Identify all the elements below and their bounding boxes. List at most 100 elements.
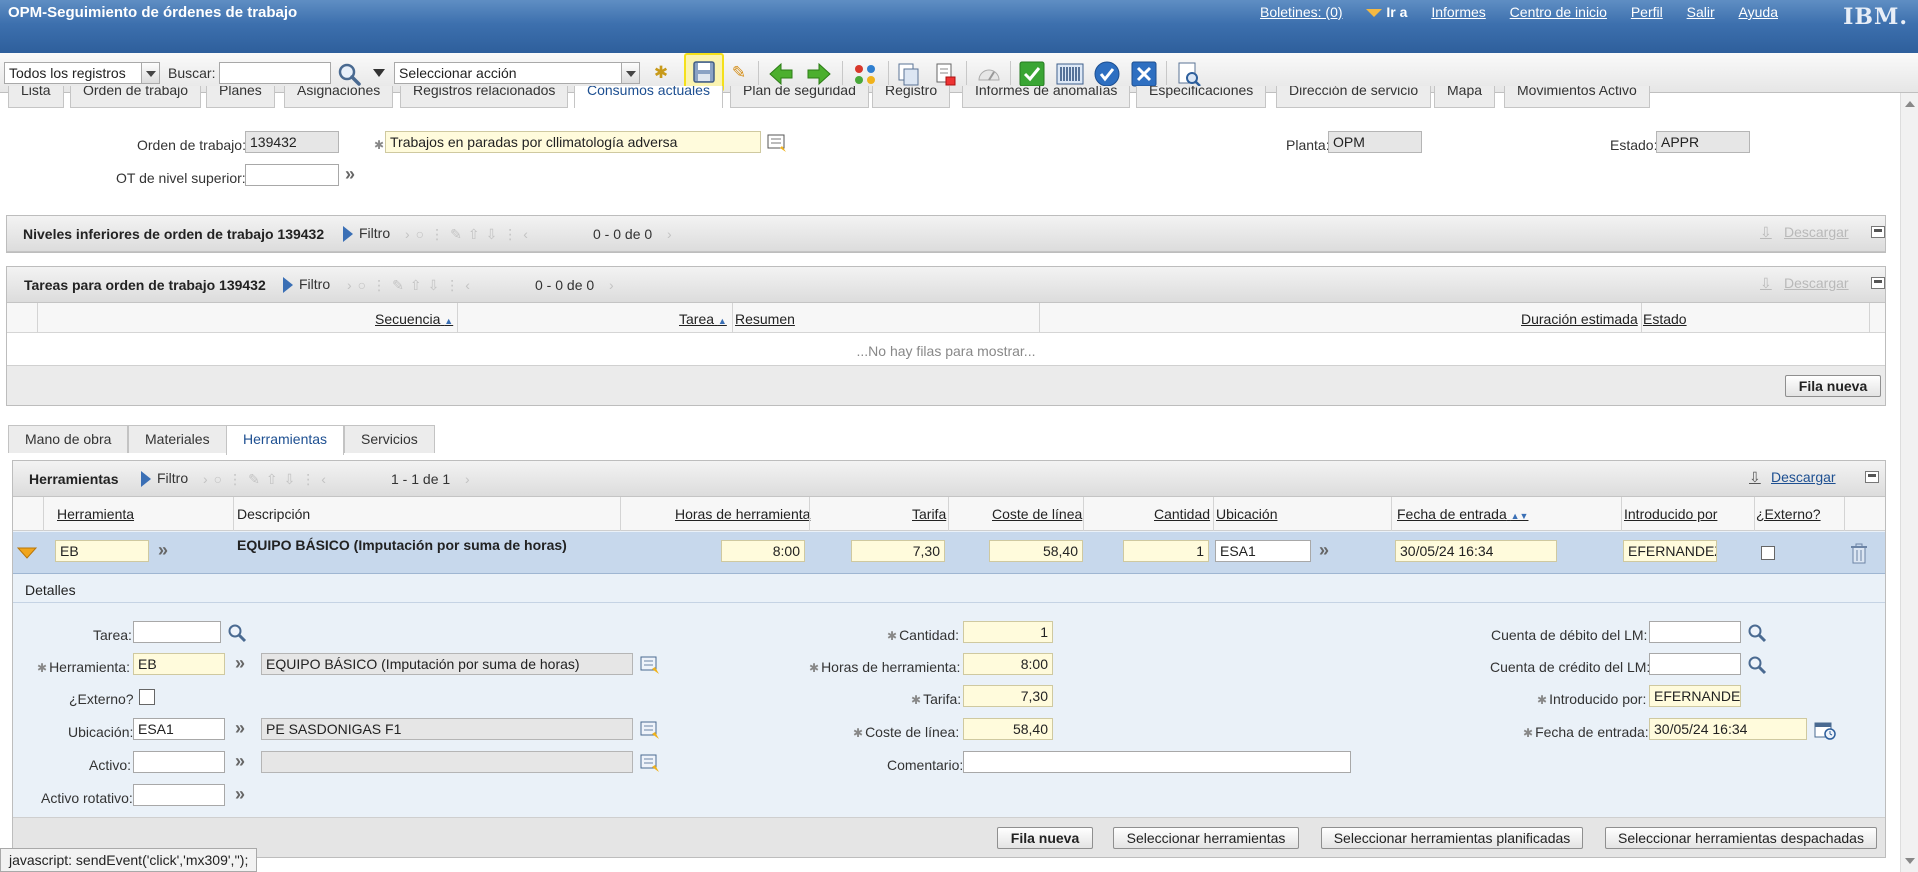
tab-assignments[interactable]: Asignaciones (284, 86, 394, 108)
search-options-icon[interactable] (372, 68, 386, 78)
detail-menu-icon[interactable]: » (235, 653, 245, 674)
print-icon[interactable] (932, 61, 958, 87)
table-row[interactable]: EB » EQUIPO BÁSICO (Imputación por suma … (13, 532, 1885, 574)
long-description-icon[interactable] (766, 132, 788, 154)
detail-menu-icon[interactable]: » (235, 784, 245, 805)
col-rate[interactable]: Tarifa (912, 506, 946, 522)
tab-log[interactable]: Registro (872, 86, 951, 108)
row-rate-field[interactable]: 7,30 (851, 540, 945, 562)
maximize-icon[interactable] (1871, 226, 1885, 238)
tool-hours-field[interactable]: 8:00 (963, 653, 1053, 675)
next-record-icon[interactable] (806, 61, 832, 87)
minimize-icon[interactable] (1865, 471, 1879, 483)
duplicate-icon[interactable] (896, 61, 922, 87)
location-field[interactable]: ESA1 (133, 718, 225, 740)
external-checkbox[interactable] (139, 689, 155, 705)
minimize-icon[interactable] (1871, 277, 1885, 289)
subtab-tools[interactable]: Herramientas (226, 425, 345, 455)
col-quantity[interactable]: Cantidad (1154, 506, 1210, 522)
start-center-link[interactable]: Centro de inicio (1510, 4, 1607, 20)
report-icon[interactable] (1176, 61, 1202, 87)
reports-link[interactable]: Informes (1431, 4, 1485, 20)
download-link[interactable]: Descargar (1784, 275, 1849, 291)
wo-description-field[interactable]: Trabajos en paradas por cllimatología ad… (385, 131, 761, 153)
search-icon[interactable] (227, 623, 247, 643)
detail-menu-icon[interactable]: » (158, 540, 168, 561)
tool-field[interactable]: EB (133, 653, 225, 675)
new-tool-row-button[interactable]: Fila nueva (997, 827, 1093, 849)
page-scrollbar[interactable] (1900, 93, 1918, 872)
complete-icon[interactable] (1094, 61, 1120, 87)
row-quantity-field[interactable]: 1 (1123, 540, 1209, 562)
gl-debit-field[interactable] (1649, 621, 1741, 643)
col-sequence[interactable]: Secuencia ▲ (375, 311, 453, 327)
tab-actuals[interactable]: Consumos actuales (574, 86, 723, 108)
col-entered-by[interactable]: Introducido por (1624, 506, 1717, 522)
filter-toggle[interactable]: Filtro (283, 276, 330, 294)
row-hours-field[interactable]: 8:00 (721, 540, 805, 562)
signout-link[interactable]: Salir (1687, 4, 1715, 20)
bulletins-link[interactable]: Boletines: (0) (1260, 4, 1342, 20)
long-description-icon[interactable] (639, 654, 661, 676)
quantity-field[interactable]: 1 (963, 621, 1053, 643)
tab-list[interactable]: Lista (8, 86, 64, 108)
subtab-materials[interactable]: Materiales (128, 425, 227, 453)
subtab-services[interactable]: Servicios (344, 425, 435, 453)
tab-related-records[interactable]: Registros relacionados (400, 86, 569, 108)
approve-icon[interactable] (1019, 61, 1045, 87)
row-line-cost-field[interactable]: 58,40 (989, 540, 1083, 562)
help-link[interactable]: Ayuda (1739, 4, 1778, 20)
row-entered-by-field[interactable]: EFERNANDEZ (1623, 540, 1717, 562)
line-cost-field[interactable]: 58,40 (963, 718, 1053, 740)
select-dispatched-tools-button[interactable]: Seleccionar herramientas despachadas (1605, 827, 1877, 849)
long-description-icon[interactable] (639, 719, 661, 741)
tab-plans[interactable]: Planes (206, 86, 275, 108)
col-task[interactable]: Tarea ▲ (679, 311, 727, 327)
asset-field[interactable] (133, 751, 225, 773)
barcode-icon[interactable] (1056, 61, 1084, 87)
new-record-icon[interactable]: ✱ (648, 60, 674, 86)
search-icon[interactable] (336, 61, 362, 87)
rotating-asset-field[interactable] (133, 784, 225, 806)
filter-toggle[interactable]: Filtro (141, 470, 188, 488)
cancel-icon[interactable] (1131, 61, 1157, 87)
task-field[interactable] (133, 621, 221, 643)
parent-wo-field[interactable] (245, 164, 339, 186)
col-summary[interactable]: Resumen (735, 311, 795, 327)
action-select[interactable]: Seleccionar acción (394, 62, 640, 84)
filter-toggle[interactable]: Filtro (343, 225, 390, 243)
detail-menu-icon[interactable]: » (1319, 540, 1329, 561)
new-task-row-button[interactable]: Fila nueva (1785, 375, 1881, 397)
col-entry-date[interactable]: Fecha de entrada ▲▼ (1397, 506, 1528, 522)
tab-map[interactable]: Mapa (1434, 86, 1496, 108)
detail-menu-icon[interactable]: » (235, 751, 245, 772)
select-planned-tools-button[interactable]: Seleccionar herramientas planificadas (1321, 827, 1583, 849)
col-tool[interactable]: Herramienta (57, 506, 134, 522)
col-line-cost[interactable]: Coste de línea (992, 506, 1082, 522)
detail-menu-icon[interactable]: » (235, 718, 245, 739)
download-link[interactable]: Descargar (1784, 224, 1849, 240)
tab-specifications[interactable]: Especificaciones (1136, 86, 1267, 108)
clear-changes-icon[interactable]: ✎ (726, 60, 752, 86)
col-status[interactable]: Estado (1643, 311, 1687, 327)
gauge-icon[interactable] (976, 61, 1002, 87)
rate-field[interactable]: 7,30 (963, 685, 1053, 707)
tab-work-order[interactable]: Orden de trabajo (70, 86, 202, 108)
row-toggle-icon[interactable] (17, 546, 37, 560)
col-location[interactable]: Ubicación (1216, 506, 1277, 522)
detail-menu-icon[interactable]: » (345, 164, 355, 185)
workflow-icon[interactable] (852, 61, 878, 87)
tab-asset-moves[interactable]: Movimientos Activo (1504, 86, 1650, 108)
search-icon[interactable] (1747, 623, 1767, 643)
trash-icon[interactable] (1846, 541, 1872, 567)
goto-menu[interactable]: Ir a (1366, 4, 1407, 20)
comment-field[interactable] (963, 751, 1351, 773)
query-select[interactable]: Todos los registros (4, 62, 160, 84)
download-link[interactable]: Descargar (1771, 469, 1836, 485)
tab-failure-reporting[interactable]: Informes de anomalías (962, 86, 1131, 108)
long-description-icon[interactable] (639, 752, 661, 774)
row-location-field[interactable]: ESA1 (1215, 540, 1311, 562)
download-icon[interactable]: ⇩ (1749, 469, 1761, 486)
gl-credit-field[interactable] (1649, 653, 1741, 675)
calendar-icon[interactable] (1813, 719, 1837, 741)
